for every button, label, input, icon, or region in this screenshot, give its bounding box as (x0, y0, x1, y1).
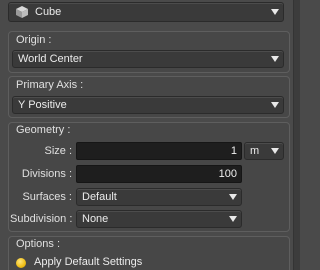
shape-type-value: Cube (35, 6, 62, 18)
cube-icon (16, 6, 28, 18)
chevron-down-icon (267, 148, 283, 154)
chevron-down-icon (267, 56, 283, 62)
origin-dropdown[interactable]: World Center (12, 50, 284, 68)
primary-axis-dropdown[interactable]: Y Positive (12, 96, 284, 114)
size-unit-dropdown[interactable]: m (244, 142, 284, 160)
origin-title: Origin : (16, 34, 52, 46)
apply-default-settings-label: Apply Default Settings (34, 256, 143, 268)
origin-value: World Center (18, 53, 83, 65)
divisions-label: Divisions : (21, 168, 72, 180)
primitive-options-panel: Cube Origin : World Center Primary Axis … (0, 0, 300, 270)
primary-axis-value: Y Positive (18, 99, 67, 111)
primary-axis-title: Primary Axis : (16, 79, 84, 91)
subdivision-label: Subdivision : (10, 213, 73, 225)
chevron-down-icon (267, 102, 283, 108)
divisions-input[interactable]: 100 (76, 165, 242, 183)
size-input[interactable]: 1 (76, 142, 242, 160)
chevron-down-icon (225, 216, 241, 222)
size-label: Size : (44, 145, 72, 157)
subdivision-value: None (82, 213, 109, 225)
chevron-down-icon (267, 9, 283, 15)
radio-selected-icon (16, 258, 26, 268)
panel-scrollbar[interactable] (293, 0, 300, 270)
size-unit-value: m (250, 145, 260, 157)
apply-default-settings-radio[interactable]: Apply Default Settings (16, 255, 216, 270)
shape-type-dropdown[interactable]: Cube (8, 2, 284, 22)
options-title: Options : (16, 238, 61, 250)
surfaces-value: Default (82, 191, 117, 203)
surfaces-dropdown[interactable]: Default (76, 188, 242, 206)
chevron-down-icon (225, 194, 241, 200)
subdivision-dropdown[interactable]: None (76, 210, 242, 228)
surfaces-label: Surfaces : (22, 191, 72, 203)
geometry-title: Geometry : (16, 124, 71, 136)
